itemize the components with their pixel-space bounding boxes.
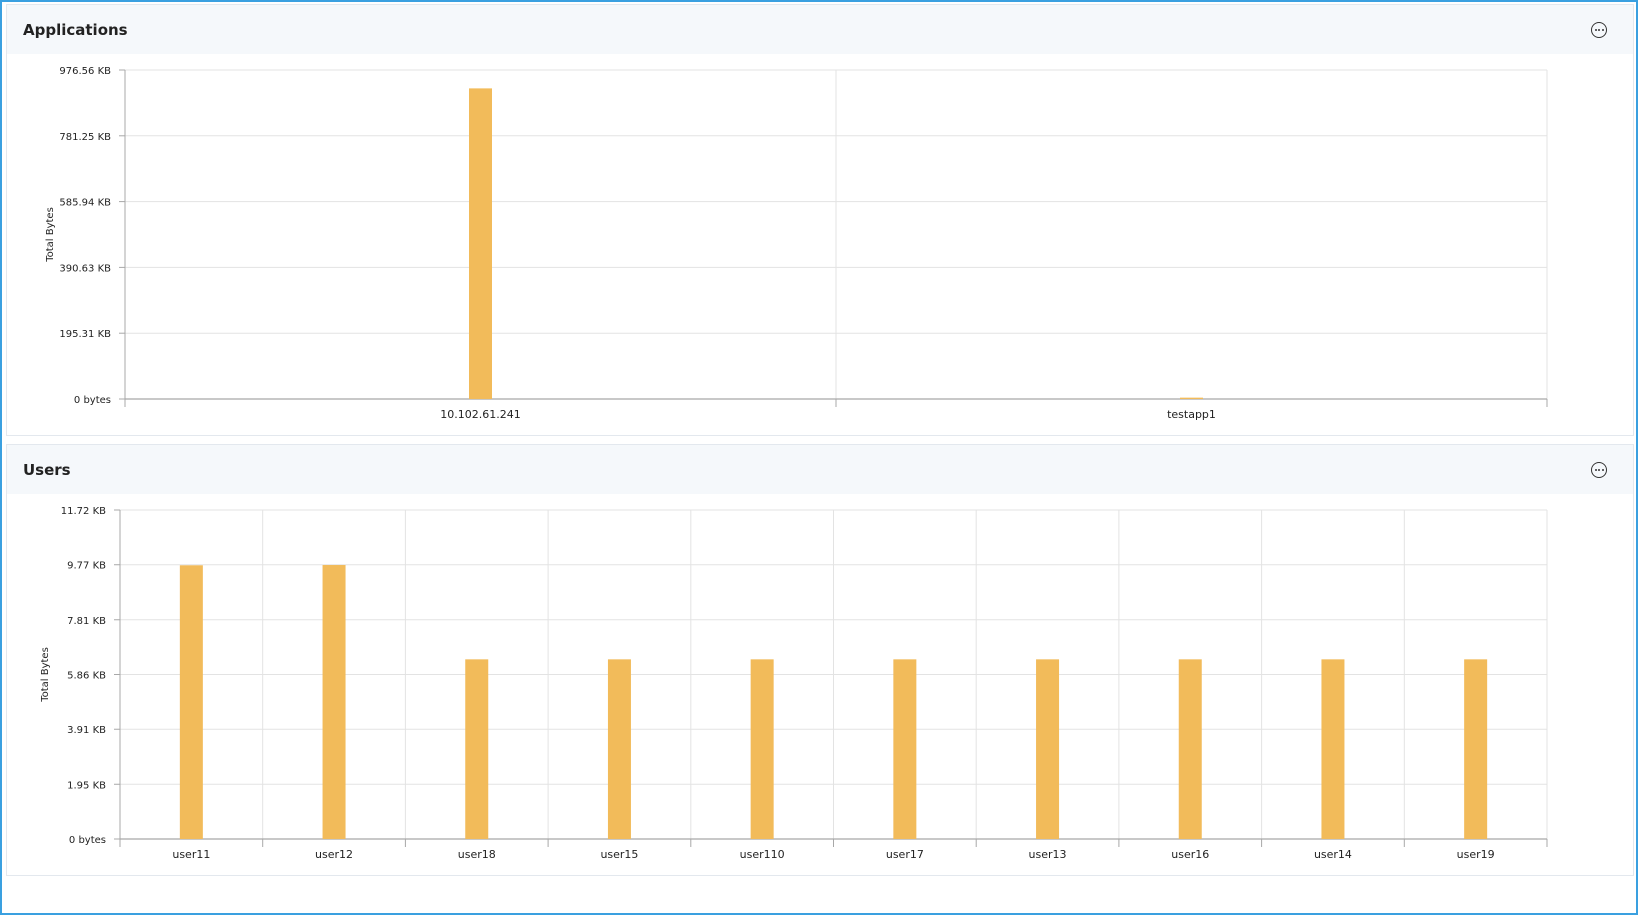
x-category-label: user12 <box>315 848 353 861</box>
bar-user19 <box>1464 659 1488 839</box>
bar-user17 <box>893 659 917 839</box>
y-axis-title: Total Bytes <box>40 647 51 703</box>
bar-user13 <box>1036 659 1060 839</box>
bar-user18 <box>465 659 489 839</box>
bar-user14 <box>1321 659 1345 839</box>
x-category-label: 10.102.61.241 <box>440 408 520 421</box>
bar-testapp1 <box>1180 397 1203 399</box>
bar-user110 <box>750 659 774 839</box>
x-category-label: user18 <box>458 848 496 861</box>
x-category-label: user110 <box>740 848 785 861</box>
y-axis-title: Total Bytes <box>45 207 56 263</box>
dashboard-frame: Applications 0 bytes 195.31 KB 390.63 KB 58… <box>0 0 1638 915</box>
x-category-label: user14 <box>1314 848 1352 861</box>
x-category-label: user19 <box>1457 848 1495 861</box>
applications-bar-chart: 0 bytes 195.31 KB 390.63 KB 585.94 KB 781.25… <box>45 66 1548 421</box>
applications-panel: Applications 0 bytes 195.31 KB 390.63 KB 58… <box>6 4 1634 436</box>
x-category-label: user17 <box>886 848 924 861</box>
x-category-label: user15 <box>600 848 638 861</box>
x-category-label: user13 <box>1029 848 1067 861</box>
y-tick-label: 976.56 KB <box>59 66 111 77</box>
users-panel: Users 0 bytes 1.95 KB 3.91 KB 5.86 KB 7.81 K… <box>6 444 1634 876</box>
y-tick-label: 0 bytes <box>69 835 106 846</box>
x-category-label: user11 <box>172 848 210 861</box>
bar-10.102.61.241 <box>469 88 492 399</box>
y-tick-label: 585.94 KB <box>59 198 111 209</box>
y-tick-label: 9.77 KB <box>67 561 106 572</box>
y-tick-label: 390.63 KB <box>59 263 111 274</box>
y-tick-label: 7.81 KB <box>67 616 106 627</box>
y-tick-label: 781.25 KB <box>59 132 111 143</box>
bar-user16 <box>1178 659 1202 839</box>
y-tick-label: 11.72 KB <box>61 506 106 517</box>
bar-user11 <box>179 565 203 839</box>
bar-user12 <box>322 565 346 839</box>
users-bar-chart: 0 bytes 1.95 KB 3.91 KB 5.86 KB 7.81 KB 9.77 … <box>40 506 1548 861</box>
y-tick-label: 0 bytes <box>74 395 111 406</box>
x-category-label: testapp1 <box>1167 408 1216 421</box>
y-tick-label: 195.31 KB <box>59 329 111 340</box>
y-tick-label: 5.86 KB <box>67 671 106 682</box>
y-tick-label: 3.91 KB <box>67 725 106 736</box>
y-tick-label: 1.95 KB <box>67 780 106 791</box>
x-category-label: user16 <box>1171 848 1209 861</box>
bar-user15 <box>607 659 631 839</box>
